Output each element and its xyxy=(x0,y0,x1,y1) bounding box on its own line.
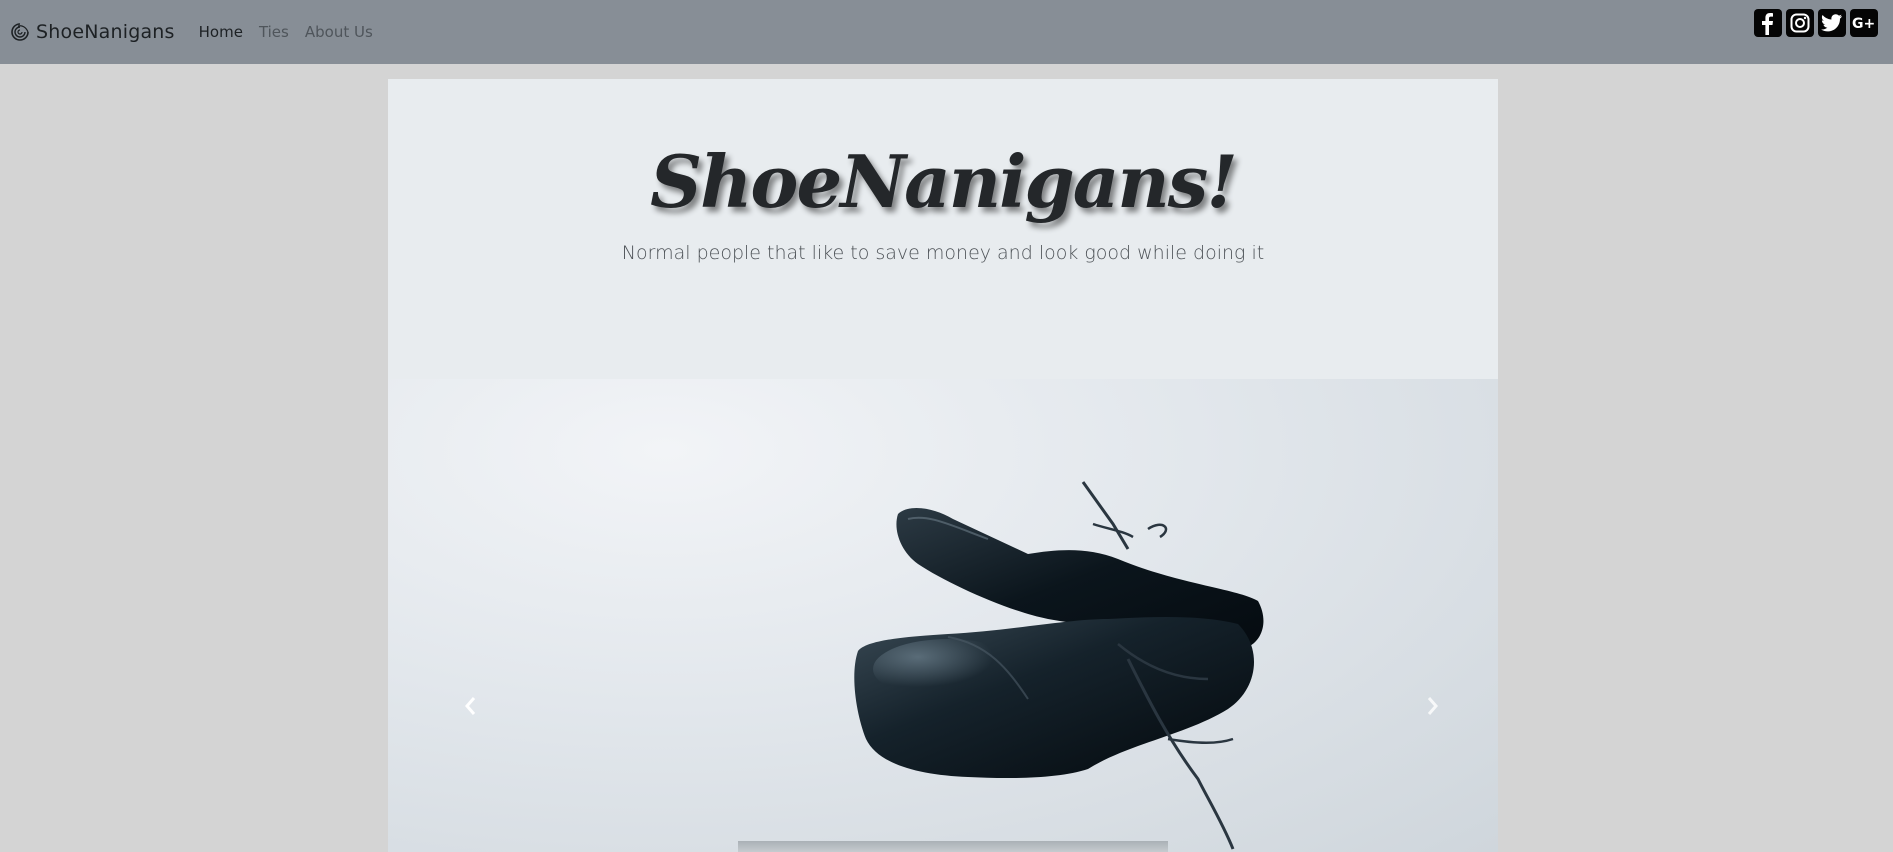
twitter-icon[interactable] xyxy=(1818,9,1846,37)
brand-name: ShoeNanigans xyxy=(36,21,175,43)
carousel-next-button[interactable] xyxy=(1417,691,1447,721)
facebook-icon[interactable] xyxy=(1754,9,1782,37)
swirl-logo-icon xyxy=(10,22,30,42)
dress-shoes-image xyxy=(854,481,1264,850)
chevron-right-icon xyxy=(1427,697,1438,715)
carousel xyxy=(388,379,1498,852)
nav-link-ties[interactable]: Ties xyxy=(259,23,289,41)
social-links: G+ xyxy=(1750,9,1878,37)
hero-subtitle: Normal people that like to save money an… xyxy=(621,242,1265,264)
carousel-prev-button[interactable] xyxy=(456,691,486,721)
carousel-slide xyxy=(388,379,1498,852)
chevron-left-icon xyxy=(465,697,476,715)
svg-text:G+: G+ xyxy=(1852,16,1875,31)
nav-links: Home Ties About Us xyxy=(199,23,389,41)
instagram-icon[interactable] xyxy=(1786,9,1814,37)
hero-title: ShoeNanigans! xyxy=(650,139,1238,224)
nav-link-about-us[interactable]: About Us xyxy=(305,23,373,41)
google-plus-icon[interactable]: G+ xyxy=(1850,9,1878,37)
main-container: ShoeNanigans! Normal people that like to… xyxy=(388,79,1498,852)
pedestal xyxy=(738,841,1168,852)
brand-link[interactable]: ShoeNanigans xyxy=(10,21,175,43)
navbar: ShoeNanigans Home Ties About Us G+ xyxy=(0,0,1893,64)
jumbotron: ShoeNanigans! Normal people that like to… xyxy=(388,79,1498,379)
nav-link-home[interactable]: Home xyxy=(199,23,243,41)
